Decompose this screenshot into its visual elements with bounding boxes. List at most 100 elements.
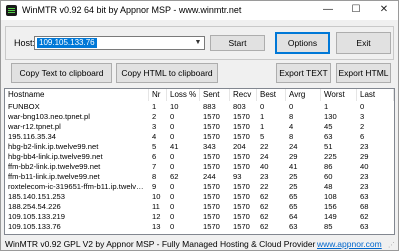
cell-worst: 1 — [324, 102, 329, 111]
cell-nr: 1 — [152, 102, 157, 111]
cell-avrg: 41 — [289, 162, 298, 171]
table-row[interactable]: 185.140.151.253 10 0 1570 1570 62 65 108 63 — [5, 192, 394, 201]
cell-recv: 1570 — [233, 222, 250, 231]
column-header-nr[interactable]: Nr — [149, 89, 167, 101]
table-row[interactable]: ffm-bb2-link.ip.twelve99.net 7 0 1570 1570 40… — [5, 162, 394, 171]
cell-worst: 85 — [324, 222, 333, 231]
maximize-button[interactable]: ☐ — [342, 1, 370, 20]
chevron-down-icon[interactable]: ▼ — [192, 37, 204, 49]
cell-sent: 343 — [203, 142, 216, 151]
table-row[interactable]: FUNBOX 1 10 883 803 0 0 1 0 — [5, 102, 394, 111]
cell-sent: 1570 — [203, 152, 220, 161]
copy-html-button[interactable]: Copy HTML to clipboard — [116, 63, 218, 83]
cell-hostname: war-r12.tpnet.pl — [8, 122, 61, 131]
table-row[interactable]: hbg-b2-link.ip.twelve99.net 5 41 343 204 22 24… — [5, 142, 394, 151]
cell-sent: 1570 — [203, 192, 220, 201]
cell-recv: 1570 — [233, 152, 250, 161]
cell-loss: 62 — [170, 172, 179, 181]
title-bar: WinMTR v0.92 64 bit by Appnor MSP - www.… — [1, 1, 398, 20]
table-row[interactable]: 188.254.54.226 11 0 1570 1570 62 65 156 68 — [5, 202, 394, 211]
cell-hostname: ffm-b11-link.ip.twelve99.net — [8, 172, 100, 181]
cell-avrg: 25 — [289, 182, 298, 191]
table-row[interactable]: ffm-b11-link.ip.twelve99.net 8 62 244 93 23 25… — [5, 172, 394, 181]
window-title: WinMTR v0.92 64 bit by Appnor MSP - www.… — [22, 5, 242, 15]
cell-avrg: 4 — [289, 122, 294, 131]
cell-best: 0 — [260, 102, 265, 111]
column-header-sent[interactable]: Sent — [200, 89, 230, 101]
cell-last: 63 — [360, 222, 369, 231]
table-row[interactable]: 195.116.35.34 4 0 1570 1570 5 8 63 6 — [5, 132, 394, 141]
table-row[interactable]: war-bng103.neo.tpnet.pl 2 0 1570 1570 1 8 130 3 — [5, 112, 394, 121]
cell-best: 23 — [260, 172, 269, 181]
cell-best: 40 — [260, 162, 269, 171]
cell-nr: 3 — [152, 122, 157, 131]
cell-best: 62 — [260, 192, 269, 201]
cell-loss: 0 — [170, 222, 175, 231]
cell-avrg: 65 — [289, 192, 298, 201]
copy-text-button[interactable]: Copy Text to clipboard — [11, 63, 112, 83]
column-header-recv[interactable]: Recv — [230, 89, 257, 101]
cell-loss: 0 — [170, 162, 175, 171]
column-header-worst[interactable]: Worst — [321, 89, 357, 101]
cell-sent: 883 — [203, 102, 216, 111]
cell-avrg: 63 — [289, 222, 298, 231]
options-button[interactable]: Options — [275, 32, 330, 54]
cell-last: 63 — [360, 192, 369, 201]
cell-worst: 108 — [324, 192, 337, 201]
cell-nr: 4 — [152, 132, 157, 141]
status-bar: WinMTR v0.92 GPL V2 by Appnor MSP - Full… — [1, 237, 398, 251]
cell-worst: 86 — [324, 162, 333, 171]
cell-sent: 244 — [203, 172, 216, 181]
cell-recv: 93 — [233, 172, 242, 181]
column-header-loss[interactable]: Loss % — [167, 89, 200, 101]
cell-recv: 1570 — [233, 182, 250, 191]
results-table[interactable]: Hostname Nr Loss % Sent Recv Best Avrg Worst Las… — [4, 88, 395, 235]
column-header-avrg[interactable]: Avrg — [286, 89, 321, 101]
cell-hostname: roxtelecom-ic-319651-ffm-b11.ip.twelv… — [8, 182, 144, 191]
cell-avrg: 0 — [289, 102, 294, 111]
exit-button[interactable]: Exit — [336, 32, 391, 54]
cell-recv: 803 — [233, 102, 246, 111]
table-row[interactable]: 109.105.133.76 13 0 1570 1570 62 63 85 63 — [5, 222, 394, 231]
cell-hostname: hbg-bb4-link.ip.twelve99.net — [8, 152, 103, 161]
cell-worst: 45 — [324, 122, 333, 131]
cell-hostname: 188.254.54.226 — [8, 202, 61, 211]
cell-best: 22 — [260, 182, 269, 191]
cell-nr: 12 — [152, 212, 161, 221]
cell-last: 29 — [360, 152, 369, 161]
table-row[interactable]: war-r12.tpnet.pl 3 0 1570 1570 1 4 45 2 — [5, 122, 394, 131]
cell-best: 22 — [260, 142, 269, 151]
table-row[interactable]: roxtelecom-ic-319651-ffm-b11.ip.twelv… 9 0… — [5, 182, 394, 191]
cell-nr: 7 — [152, 162, 157, 171]
cell-last: 6 — [360, 132, 365, 141]
column-header-last[interactable]: Last — [357, 89, 394, 101]
cell-last: 3 — [360, 112, 365, 121]
cell-nr: 13 — [152, 222, 161, 231]
export-html-button[interactable]: Export HTML — [336, 63, 391, 83]
cell-hostname: war-bng103.neo.tpnet.pl — [8, 112, 90, 121]
export-text-button[interactable]: Export TEXT — [276, 63, 331, 83]
cell-avrg: 64 — [289, 212, 298, 221]
start-button[interactable]: Start — [210, 35, 265, 51]
column-header-best[interactable]: Best — [257, 89, 286, 101]
resize-grip-icon[interactable]: ⋰ — [388, 241, 397, 250]
cell-hostname: hbg-b2-link.ip.twelve99.net — [8, 142, 99, 151]
cell-loss: 0 — [170, 202, 175, 211]
cell-nr: 9 — [152, 182, 157, 191]
cell-hostname: 109.105.133.76 — [8, 222, 61, 231]
appnor-link[interactable]: www.appnor.com — [317, 239, 382, 249]
host-label: Host: — [14, 38, 36, 48]
cell-sent: 1570 — [203, 162, 220, 171]
host-combobox[interactable]: 109.105.133.76 ▼ — [34, 36, 205, 50]
host-input-value[interactable]: 109.105.133.76 — [37, 38, 97, 48]
minimize-button[interactable]: — — [314, 1, 342, 20]
cell-last: 23 — [360, 142, 369, 151]
cell-loss: 0 — [170, 182, 175, 191]
cell-loss: 0 — [170, 112, 175, 121]
table-row[interactable]: 109.105.133.219 12 0 1570 1570 62 64 149 62 — [5, 212, 394, 221]
cell-loss: 10 — [170, 102, 179, 111]
column-header-hostname[interactable]: Hostname — [5, 89, 149, 101]
close-button[interactable]: ✕ — [370, 1, 398, 20]
table-row[interactable]: hbg-bb4-link.ip.twelve99.net 6 0 1570 1570 24… — [5, 152, 394, 161]
cell-hostname: ffm-bb2-link.ip.twelve99.net — [8, 162, 101, 171]
